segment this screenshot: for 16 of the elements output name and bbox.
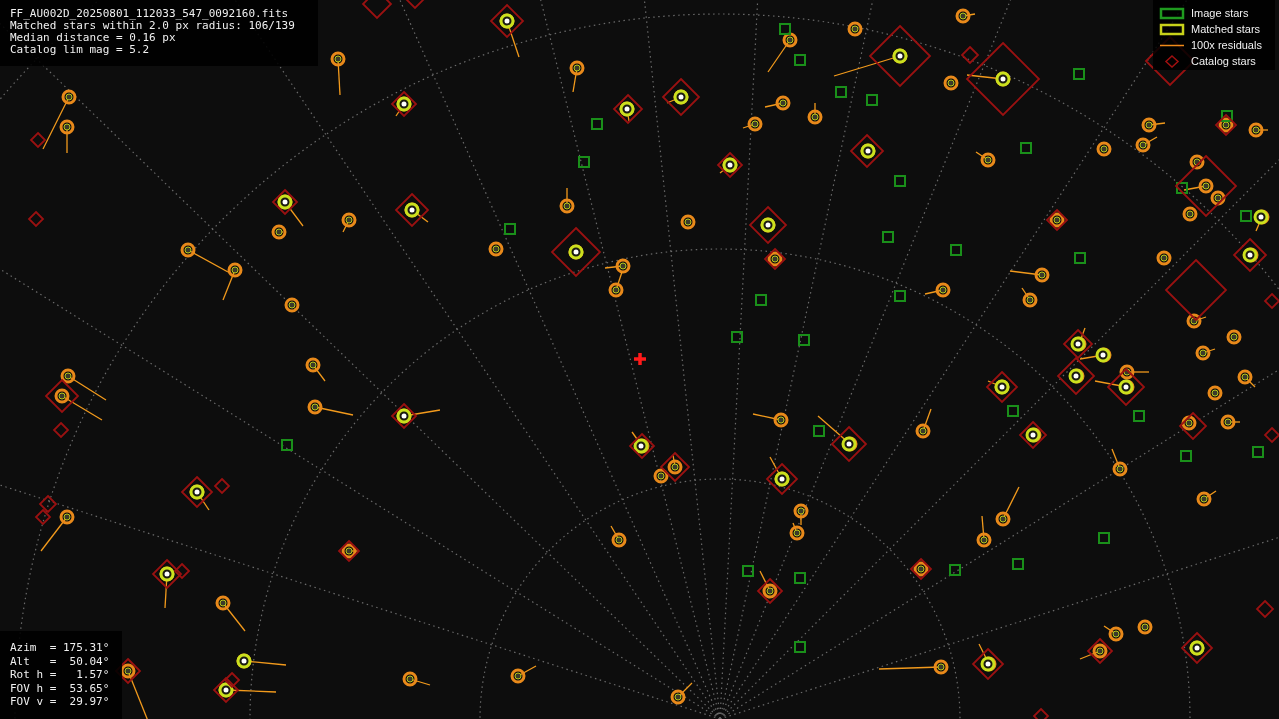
pointing-text: Alt = 50.04°: [10, 654, 111, 668]
matched-legend-icon: [1159, 23, 1185, 36]
info-text: Catalog lim mag = 5.2: [10, 44, 151, 56]
pointing-text: FOV h = 53.65°: [10, 681, 111, 695]
info-text: FF_AU002D_20250801_112033_547_0092160.fits: [10, 8, 290, 20]
legend-label: Image stars: [1191, 6, 1249, 22]
pointing-text: Rot h = 1.57°: [10, 668, 111, 682]
pointing-text: FOV v = 29.97°: [10, 695, 111, 709]
legend-label: Catalog stars: [1191, 54, 1256, 70]
image-legend-icon: [1159, 7, 1185, 20]
pointing-text: Azim = 175.31°: [10, 641, 111, 655]
legend-label: Matched stars: [1191, 22, 1261, 38]
info-text: Matched stars within 2.0 px radius: 106/139: [10, 20, 296, 32]
center-cross-icon: [632, 351, 648, 367]
legend-label: 100x residuals: [1191, 38, 1262, 54]
info-text: Median distance = 0.16 px: [10, 32, 177, 44]
